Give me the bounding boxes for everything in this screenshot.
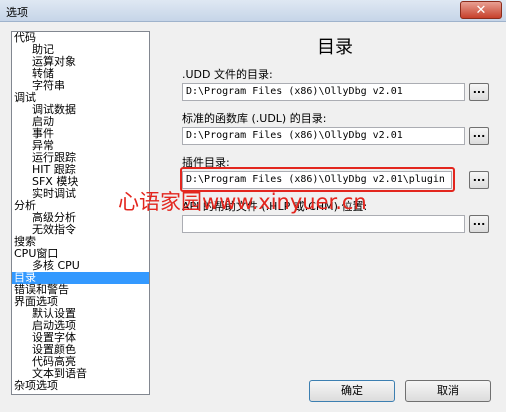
panel-title: 目录 xyxy=(317,37,353,58)
udl-browse-button[interactable]: ... xyxy=(469,127,489,145)
help-browse-button[interactable]: ... xyxy=(469,215,489,233)
watermark: 心语家园www.xinyuer.cn xyxy=(118,190,367,214)
title-bar: 选项 ✕ xyxy=(0,0,506,22)
close-button[interactable]: ✕ xyxy=(460,1,502,19)
udl-dir-input[interactable]: D:\Program Files (x86)\OllyDbg v2.01 xyxy=(182,127,465,145)
tree-item[interactable]: 杂项选项 xyxy=(12,380,149,392)
cancel-button[interactable]: 取消 xyxy=(405,380,491,402)
plugin-browse-button[interactable]: ... xyxy=(469,171,489,189)
udd-dir-label: .UDD 文件的目录: xyxy=(182,68,273,81)
ok-button[interactable]: 确定 xyxy=(309,380,395,402)
udd-dir-input[interactable]: D:\Program Files (x86)\OllyDbg v2.01 xyxy=(182,83,465,101)
udl-dir-label: 标准的函数库 (.UDL) 的目录: xyxy=(182,112,327,125)
udd-browse-button[interactable]: ... xyxy=(469,83,489,101)
help-file-input[interactable] xyxy=(182,215,465,233)
window-title: 选项 xyxy=(6,6,28,19)
